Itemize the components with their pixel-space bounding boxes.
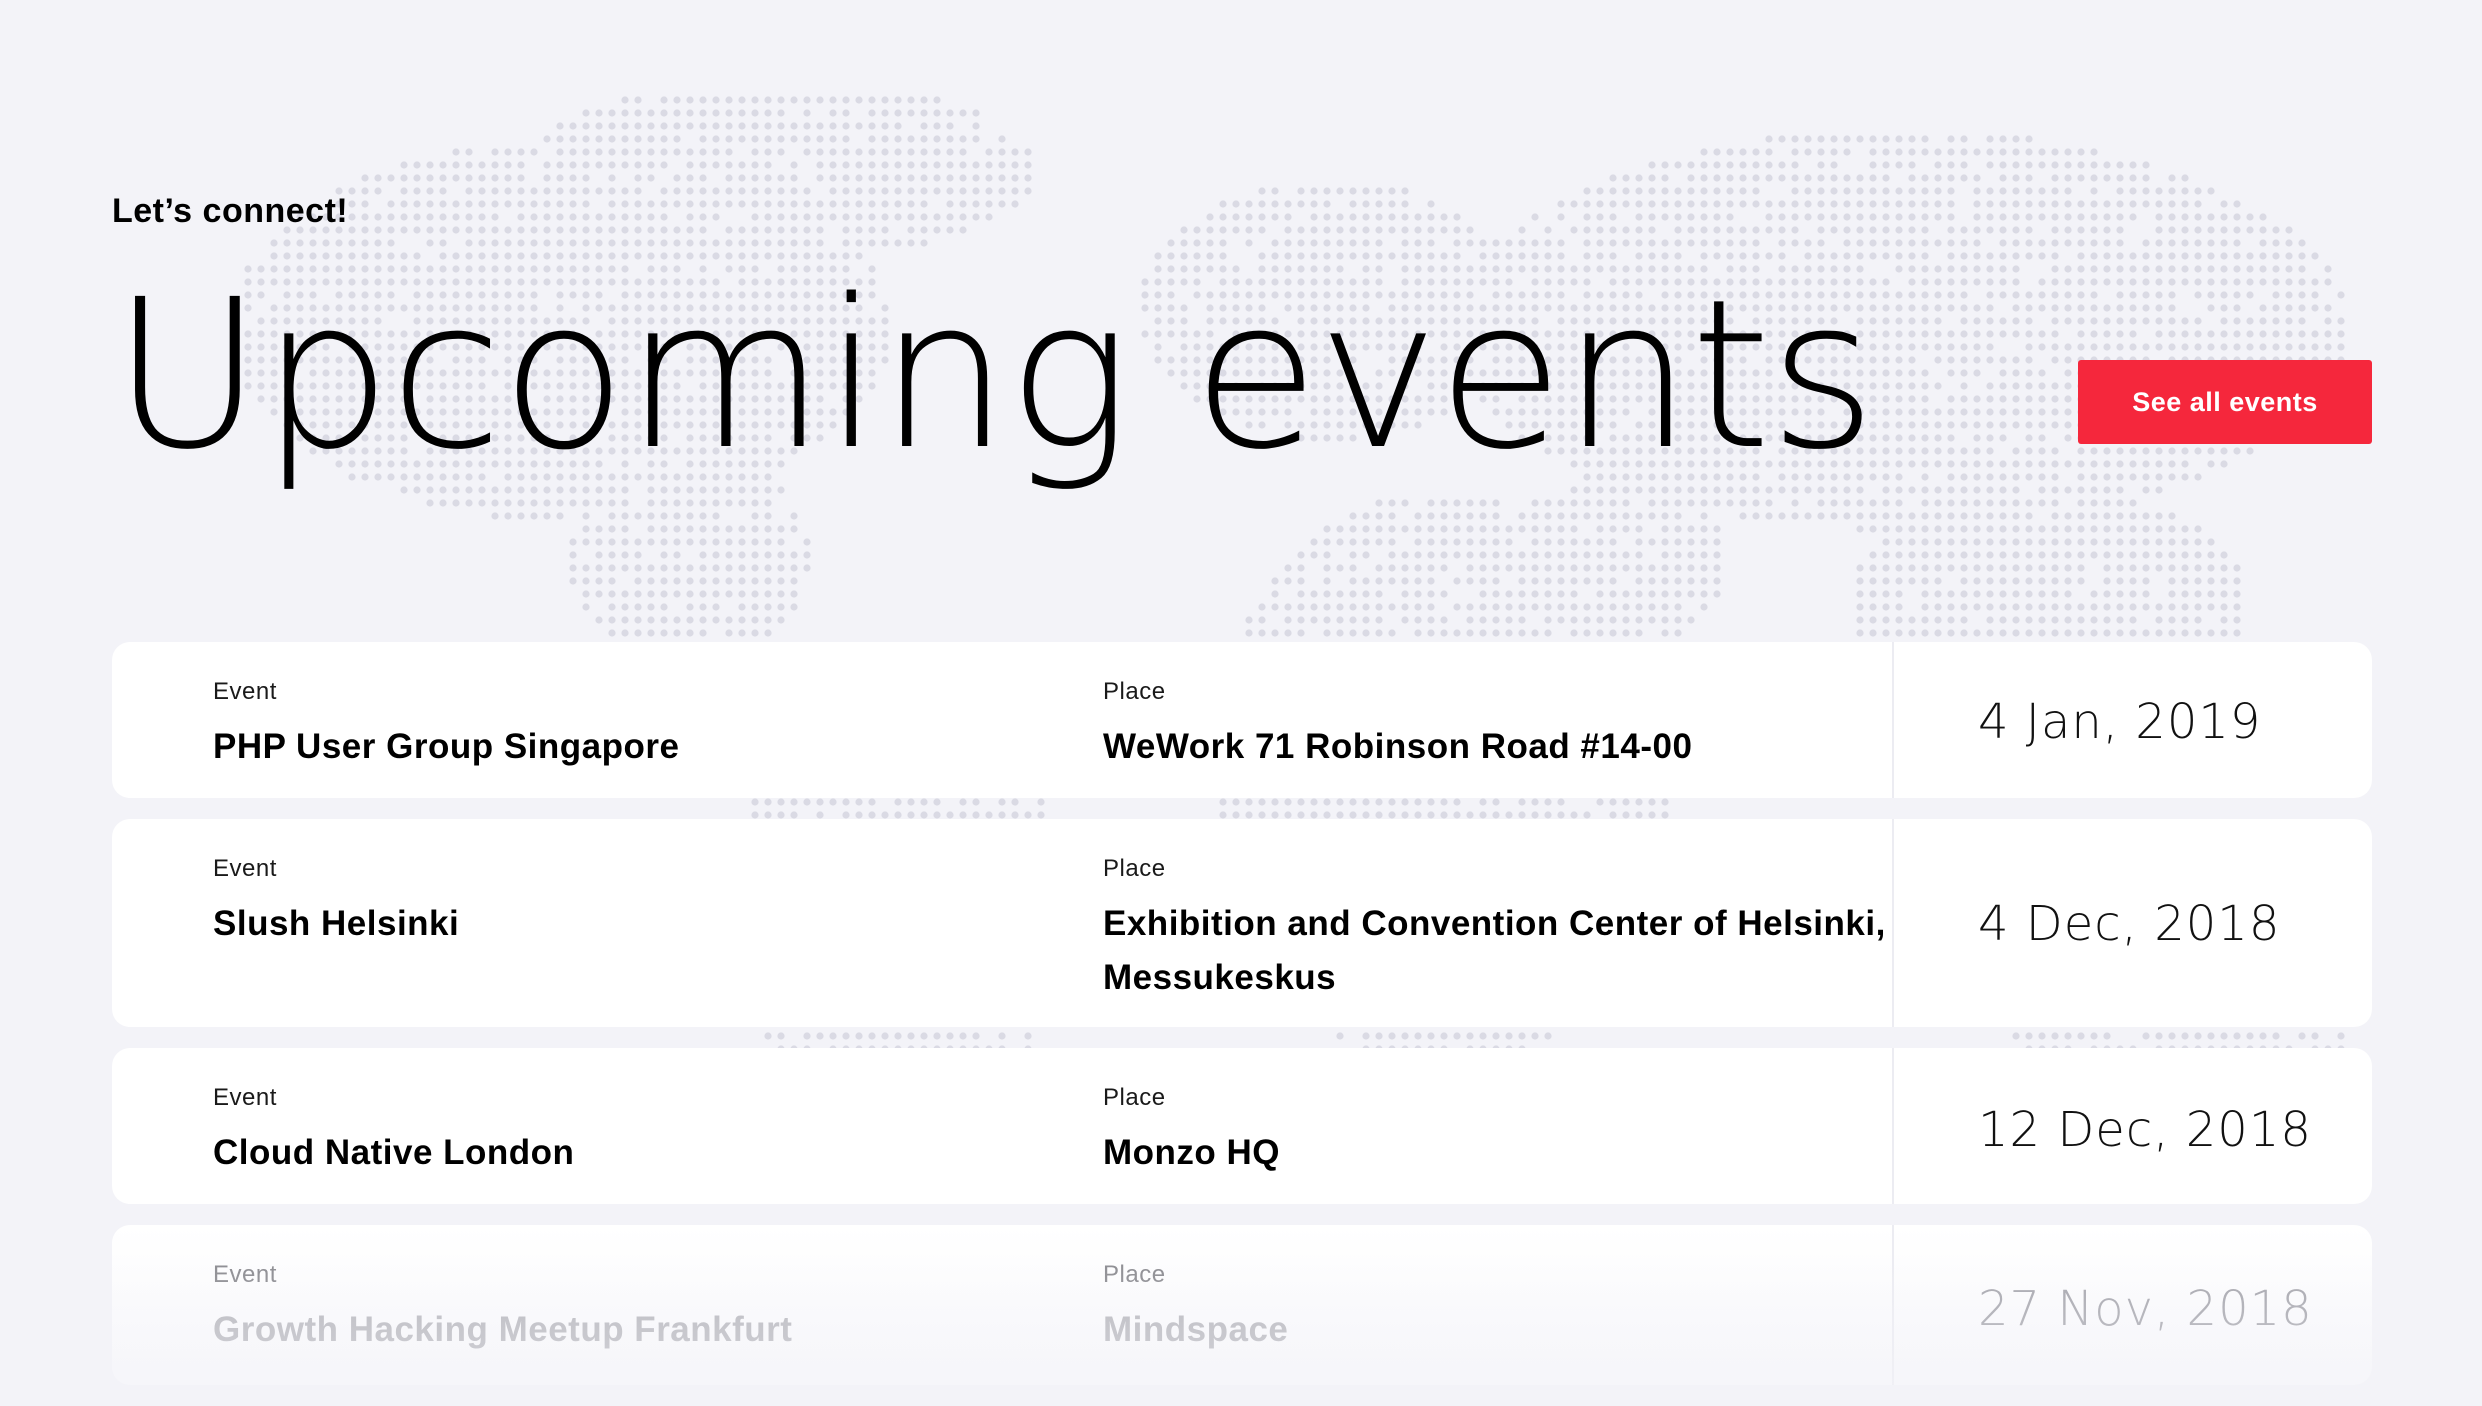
place-cell: Place Monzo HQ: [1103, 1084, 1903, 1180]
event-cell: Event Slush Helsinki: [213, 855, 993, 951]
event-date: 12 Dec, 2018: [1978, 1102, 2312, 1158]
event-row[interactable]: Event PHP User Group Singapore Place WeW…: [112, 642, 2372, 798]
event-cell: Event Growth Hacking Meetup Frankfurt: [213, 1261, 993, 1357]
events-list: Event PHP User Group Singapore Place WeW…: [112, 642, 2372, 1406]
event-place: WeWork 71 Robinson Road #14-00: [1103, 727, 1693, 766]
place-cell: Place Exhibition and Convention Center o…: [1103, 855, 1903, 1005]
event-row[interactable]: Event Slush Helsinki Place Exhibition an…: [112, 819, 2372, 1027]
event-column-label: Event: [213, 678, 277, 705]
see-all-events-button[interactable]: See all events: [2078, 360, 2372, 444]
column-divider: [1892, 1048, 1894, 1204]
event-place: Mindspace: [1103, 1310, 1289, 1349]
event-name[interactable]: Slush Helsinki: [213, 897, 993, 951]
place-cell: Place WeWork 71 Robinson Road #14-00: [1103, 678, 1903, 774]
column-divider: [1892, 642, 1894, 798]
event-column-label: Event: [213, 1261, 277, 1288]
event-name[interactable]: PHP User Group Singapore: [213, 720, 993, 774]
event-column-label: Event: [213, 1084, 277, 1111]
event-date: 27 Nov, 2018: [1978, 1281, 2313, 1337]
event-cell: Event Cloud Native London: [213, 1084, 993, 1180]
event-column-label: Event: [213, 855, 277, 882]
event-name[interactable]: Cloud Native London: [213, 1126, 993, 1180]
event-date: 4 Dec, 2018: [1978, 896, 2281, 952]
event-row[interactable]: Event Growth Hacking Meetup Frankfurt Pl…: [112, 1225, 2372, 1385]
place-column-label: Place: [1103, 855, 1166, 882]
event-cell: Event PHP User Group Singapore: [213, 678, 993, 774]
column-divider: [1892, 1225, 1894, 1385]
column-divider: [1892, 819, 1894, 1027]
event-date: 4 Jan, 2019: [1978, 694, 2262, 750]
page-title: Upcoming events: [112, 255, 1876, 495]
place-column-label: Place: [1103, 1261, 1166, 1288]
eyebrow-text: Let’s connect!: [112, 192, 349, 230]
event-place: Monzo HQ: [1103, 1133, 1281, 1172]
place-column-label: Place: [1103, 1084, 1166, 1111]
event-place: Exhibition and Convention Center of Hels…: [1103, 904, 1886, 997]
event-row[interactable]: Event Cloud Native London Place Monzo HQ…: [112, 1048, 2372, 1204]
place-column-label: Place: [1103, 678, 1166, 705]
place-cell: Place Mindspace: [1103, 1261, 1903, 1357]
event-name[interactable]: Growth Hacking Meetup Frankfurt: [213, 1303, 993, 1357]
